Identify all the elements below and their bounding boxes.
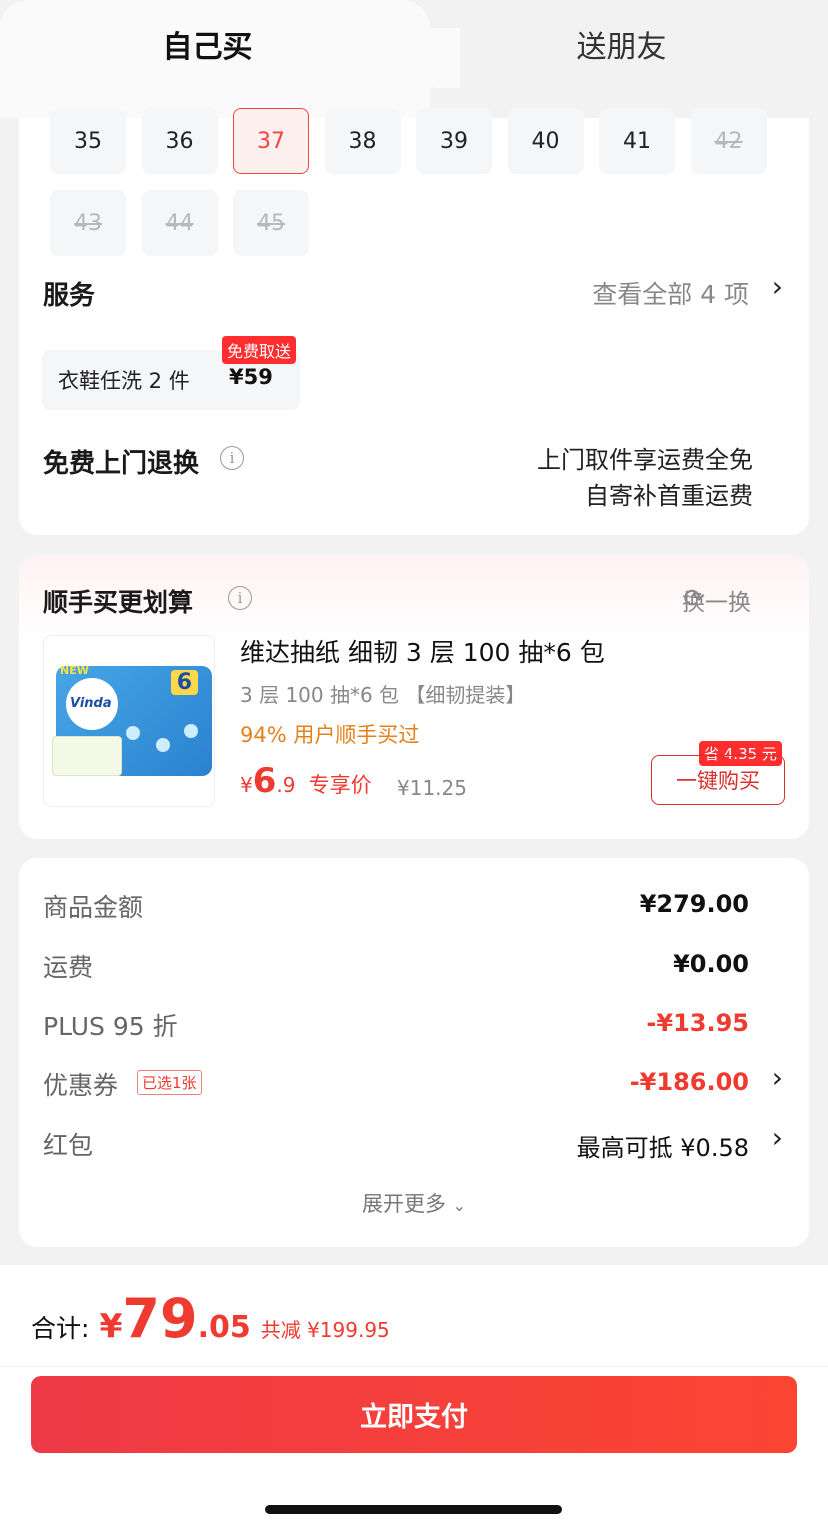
size-option-42: 42 <box>690 108 767 174</box>
plus-discount-value: -¥13.95 <box>646 1009 749 1037</box>
checkout-bar: 合计: ¥ 79 .05 共减 ¥199.95 立即支付 <box>0 1265 828 1531</box>
service-view-all-link[interactable]: 查看全部 4 项 <box>592 275 749 311</box>
chevron-down-icon: ⌄ <box>452 1196 467 1215</box>
refresh-icon[interactable]: ⟳ <box>683 584 705 614</box>
size-option-45: 45 <box>233 190 309 256</box>
info-icon[interactable]: i <box>220 446 244 470</box>
options-card: 35 36 37 38 39 40 41 42 43 44 45 服务 查看全部 4 项 › 衣鞋任… <box>19 108 809 535</box>
goods-amount-label: 商品金额 <box>43 893 144 922</box>
chevron-right-icon[interactable]: › <box>772 270 783 303</box>
price-integer: 6 <box>252 761 277 801</box>
home-indicator <box>265 1505 562 1514</box>
total-row: 合计: ¥ 79 .05 共减 ¥199.95 <box>31 1287 390 1350</box>
tab-gift-label[interactable]: 送朋友 <box>415 22 828 66</box>
redpack-label[interactable]: 红包 <box>43 1126 93 1162</box>
returns-title: 免费上门退换 <box>43 449 200 479</box>
total-decimal: .05 <box>197 1310 251 1345</box>
flower-decor <box>126 726 140 740</box>
redpack-value[interactable]: 最高可抵 ¥0.58 <box>577 1128 749 1163</box>
total-integer: 79 <box>122 1287 198 1350</box>
service-option-price: ¥59 <box>229 365 273 389</box>
size-option-39[interactable]: 39 <box>416 108 492 174</box>
top-tabs: 自己买 送朋友 <box>0 0 828 118</box>
chevron-right-icon[interactable]: › <box>772 1121 783 1154</box>
brand-logo-text: Vinda <box>70 696 112 711</box>
product-name[interactable]: 维达抽纸 细韧 3 层 100 抽*6 包 <box>240 633 605 669</box>
addon-title: 顺手买更划算 <box>43 588 194 617</box>
product-price: ¥6.9 专享价 <box>240 761 372 801</box>
size-option-44: 44 <box>141 190 218 256</box>
addon-card: 顺手买更划算 i 换一换 ⟳ Vinda NEW 6 维达抽纸 细韧 3 层 1… <box>19 555 809 839</box>
one-click-buy-button[interactable]: 一键购买 <box>651 755 785 805</box>
total-symbol: ¥ <box>99 1306 123 1345</box>
new-tag-text: NEW <box>60 664 89 677</box>
product-image[interactable]: Vinda NEW 6 <box>43 635 215 807</box>
total-label: 合计: <box>31 1314 90 1343</box>
size-option-36[interactable]: 36 <box>141 108 218 174</box>
expand-more-label: 展开更多 <box>361 1192 446 1216</box>
pay-now-button[interactable]: 立即支付 <box>31 1376 797 1453</box>
size-option-41[interactable]: 41 <box>599 108 675 174</box>
goods-amount-value: ¥279.00 <box>639 890 749 918</box>
tissue-box-graphic <box>52 736 122 776</box>
price-decimal: .9 <box>276 773 296 797</box>
size-option-35[interactable]: 35 <box>50 108 126 174</box>
chevron-right-icon[interactable]: › <box>772 1061 783 1094</box>
plus-discount-label: PLUS 95 折 <box>43 1012 178 1041</box>
social-proof-text: 94% 用户顺手买过 <box>240 723 420 747</box>
tab-self-buy-label: 自己买 <box>162 30 253 65</box>
price-summary-card: 商品金额 ¥279.00 运费 ¥0.00 PLUS 95 折 -¥13.95 … <box>19 858 809 1247</box>
product-spec: 3 层 100 抽*6 包 【细韧提装】 <box>240 683 526 707</box>
coupon-label[interactable]: 优惠券 <box>43 1066 118 1102</box>
shipping-value: ¥0.00 <box>673 950 749 978</box>
divider <box>0 1366 828 1367</box>
flower-decor <box>184 724 198 738</box>
price-symbol: ¥ <box>240 773 253 797</box>
service-option-name: 衣鞋任洗 2 件 <box>58 369 190 393</box>
service-title: 服务 <box>43 281 96 311</box>
pack-count-text: 6 <box>170 670 198 695</box>
size-option-37[interactable]: 37 <box>233 108 309 174</box>
size-option-43: 43 <box>50 190 126 256</box>
coupon-value[interactable]: -¥186.00 <box>630 1068 749 1096</box>
shipping-label: 运费 <box>43 953 94 982</box>
returns-line-2: 自寄补首重运费 <box>585 482 753 510</box>
free-pickup-badge: 免费取送 <box>222 336 297 364</box>
total-discount: 共减 ¥199.95 <box>260 1318 390 1342</box>
tab-self-buy[interactable]: 自己买 <box>0 0 430 118</box>
returns-line-1: 上门取件享运费全免 <box>537 446 753 474</box>
service-option-laundry[interactable]: 衣鞋任洗 2 件 ¥59 免费取送 <box>42 336 300 410</box>
size-option-40[interactable]: 40 <box>507 108 584 174</box>
original-price: ¥11.25 <box>397 776 467 800</box>
flower-decor <box>156 738 170 752</box>
price-label: 专享价 <box>308 773 372 797</box>
coupon-selected-tag: 已选1张 <box>137 1070 202 1095</box>
size-option-38[interactable]: 38 <box>324 108 401 174</box>
expand-more-button[interactable]: 展开更多 ⌄ <box>19 1188 809 1218</box>
info-icon[interactable]: i <box>228 586 252 610</box>
